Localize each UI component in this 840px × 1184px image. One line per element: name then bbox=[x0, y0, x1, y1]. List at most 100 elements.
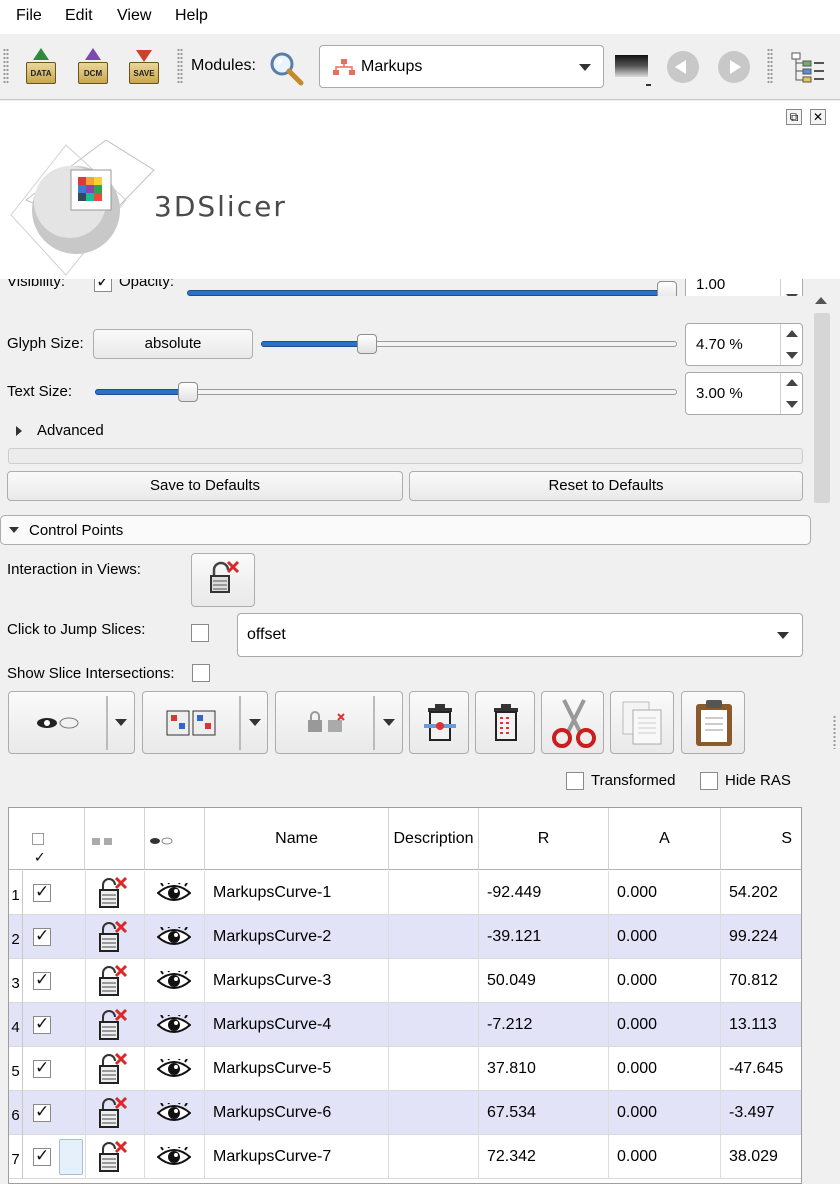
table-row[interactable]: 6 MarkupsCurve-6 67.5340.000-3.497 bbox=[9, 1091, 801, 1135]
panel-scrollbar[interactable] bbox=[811, 279, 840, 514]
table-row[interactable]: 4 MarkupsCurve-4 -7.2120.00013.113 bbox=[9, 1003, 801, 1047]
row-r[interactable]: -92.449 bbox=[479, 871, 609, 915]
save-button[interactable]: SAVE bbox=[125, 48, 163, 86]
row-visibility-cell[interactable] bbox=[145, 871, 205, 915]
text-size-slider-handle[interactable] bbox=[178, 382, 198, 402]
header-description[interactable]: Description bbox=[389, 808, 479, 870]
float-panel-button[interactable]: ⧉ bbox=[786, 109, 802, 125]
row-r[interactable]: 72.342 bbox=[479, 1135, 609, 1179]
back-button[interactable] bbox=[667, 51, 699, 83]
row-visibility-cell[interactable] bbox=[145, 1003, 205, 1047]
table-row[interactable]: 7 MarkupsCurve-7 72.3420.00038.029 bbox=[9, 1135, 801, 1179]
row-lock-cell[interactable] bbox=[85, 1047, 145, 1091]
interaction-toggle-button[interactable] bbox=[191, 553, 255, 607]
control-points-section[interactable]: Control Points bbox=[0, 515, 811, 545]
layout-dropdown-icon[interactable] bbox=[646, 84, 651, 86]
row-description[interactable] bbox=[389, 959, 479, 1003]
lock-menu-button[interactable] bbox=[275, 691, 403, 754]
cut-button[interactable] bbox=[541, 691, 604, 754]
reset-to-defaults-button[interactable]: Reset to Defaults bbox=[409, 471, 803, 501]
menu-view[interactable]: View bbox=[117, 7, 151, 25]
slice-intersections-checkbox[interactable] bbox=[192, 664, 210, 682]
visibility-checkbox[interactable] bbox=[94, 279, 112, 292]
row-name[interactable]: MarkupsCurve-5 bbox=[205, 1047, 389, 1091]
header-visibility[interactable] bbox=[145, 808, 205, 870]
toolbar-grip-3[interactable] bbox=[767, 48, 773, 84]
row-visibility-cell[interactable] bbox=[145, 1047, 205, 1091]
row-lock-cell[interactable] bbox=[85, 959, 145, 1003]
table-row[interactable]: 1 MarkupsCurve-1 -92.4490.00054.202 bbox=[9, 871, 801, 915]
row-description[interactable] bbox=[389, 915, 479, 959]
row-s[interactable]: -3.497 bbox=[721, 1091, 801, 1135]
header-lock[interactable] bbox=[85, 808, 145, 870]
jump-slices-checkbox[interactable] bbox=[191, 624, 209, 642]
row-s[interactable]: 13.113 bbox=[721, 1003, 801, 1047]
header-s[interactable]: S bbox=[721, 808, 801, 870]
module-list-icon[interactable] bbox=[791, 52, 825, 84]
row-s[interactable]: 54.202 bbox=[721, 871, 801, 915]
paste-button[interactable] bbox=[681, 691, 745, 754]
row-name[interactable]: MarkupsCurve-1 bbox=[205, 871, 389, 915]
opacity-spin-buttons[interactable] bbox=[780, 279, 802, 296]
row-visibility-cell[interactable] bbox=[145, 915, 205, 959]
glyph-size-spinbox[interactable]: 4.70 % bbox=[685, 323, 803, 366]
module-selector[interactable]: Markups bbox=[319, 45, 604, 88]
visibility-menu-button[interactable] bbox=[8, 691, 135, 754]
opacity-slider-handle[interactable] bbox=[657, 281, 677, 296]
close-panel-button[interactable]: ✕ bbox=[810, 109, 826, 125]
row-lock-cell[interactable] bbox=[85, 871, 145, 915]
row-select-checkbox[interactable] bbox=[33, 1058, 51, 1078]
row-name[interactable]: MarkupsCurve-4 bbox=[205, 1003, 389, 1047]
row-select-checkbox[interactable] bbox=[33, 926, 51, 946]
row-lock-cell[interactable] bbox=[85, 915, 145, 959]
row-s[interactable]: 99.224 bbox=[721, 915, 801, 959]
row-description[interactable] bbox=[389, 1047, 479, 1091]
opacity-slider[interactable] bbox=[187, 290, 667, 296]
row-select-checkbox[interactable] bbox=[33, 970, 51, 990]
splitter-handle[interactable] bbox=[833, 715, 836, 749]
row-s[interactable]: 38.029 bbox=[721, 1135, 801, 1179]
row-name[interactable]: MarkupsCurve-2 bbox=[205, 915, 389, 959]
row-select-checkbox[interactable] bbox=[33, 1014, 51, 1034]
row-a[interactable]: 0.000 bbox=[609, 1003, 721, 1047]
menu-file[interactable]: File bbox=[16, 7, 42, 25]
expand-arrow-icon[interactable] bbox=[16, 426, 22, 436]
row-a[interactable]: 0.000 bbox=[609, 1091, 721, 1135]
table-row[interactable]: 2 MarkupsCurve-2 -39.1210.00099.224 bbox=[9, 915, 801, 959]
toolbar-grip[interactable] bbox=[3, 48, 9, 84]
select-all-checkbox[interactable] bbox=[32, 831, 46, 884]
glyph-size-spin-buttons[interactable] bbox=[780, 324, 802, 365]
row-select-checkbox[interactable] bbox=[33, 882, 51, 902]
row-r[interactable]: -39.121 bbox=[479, 915, 609, 959]
text-size-spin-buttons[interactable] bbox=[780, 373, 802, 414]
row-description[interactable] bbox=[389, 1135, 479, 1179]
row-description[interactable] bbox=[389, 871, 479, 915]
row-lock-cell[interactable] bbox=[85, 1135, 145, 1179]
forward-button[interactable] bbox=[718, 51, 750, 83]
row-name[interactable]: MarkupsCurve-3 bbox=[205, 959, 389, 1003]
header-r[interactable]: R bbox=[479, 808, 609, 870]
glyph-size-slider-handle[interactable] bbox=[357, 334, 377, 354]
row-r[interactable]: 37.810 bbox=[479, 1047, 609, 1091]
row-r[interactable]: 50.049 bbox=[479, 959, 609, 1003]
row-r[interactable]: 67.534 bbox=[479, 1091, 609, 1135]
row-visibility-cell[interactable] bbox=[145, 1091, 205, 1135]
row-select-checkbox[interactable] bbox=[33, 1102, 51, 1122]
row-lock-cell[interactable] bbox=[85, 1091, 145, 1135]
table-row[interactable]: 3 MarkupsCurve-3 50.0490.00070.812 bbox=[9, 959, 801, 1003]
delete-all-points-button[interactable] bbox=[475, 691, 535, 754]
layout-toggle-icon[interactable] bbox=[615, 55, 648, 77]
load-data-button[interactable]: DATA bbox=[22, 48, 60, 86]
jump-mode-selector[interactable]: offset bbox=[237, 613, 803, 657]
row-s[interactable]: 70.812 bbox=[721, 959, 801, 1003]
search-modules-icon[interactable] bbox=[266, 49, 306, 89]
row-description[interactable] bbox=[389, 1003, 479, 1047]
header-select-all[interactable] bbox=[9, 808, 85, 884]
row-name[interactable]: MarkupsCurve-7 bbox=[205, 1135, 389, 1179]
transformed-checkbox[interactable] bbox=[566, 772, 584, 790]
row-name[interactable]: MarkupsCurve-6 bbox=[205, 1091, 389, 1135]
row-s[interactable]: -47.645 bbox=[721, 1047, 801, 1091]
row-a[interactable]: 0.000 bbox=[609, 959, 721, 1003]
save-to-defaults-button[interactable]: Save to Defaults bbox=[7, 471, 403, 501]
row-r[interactable]: -7.212 bbox=[479, 1003, 609, 1047]
